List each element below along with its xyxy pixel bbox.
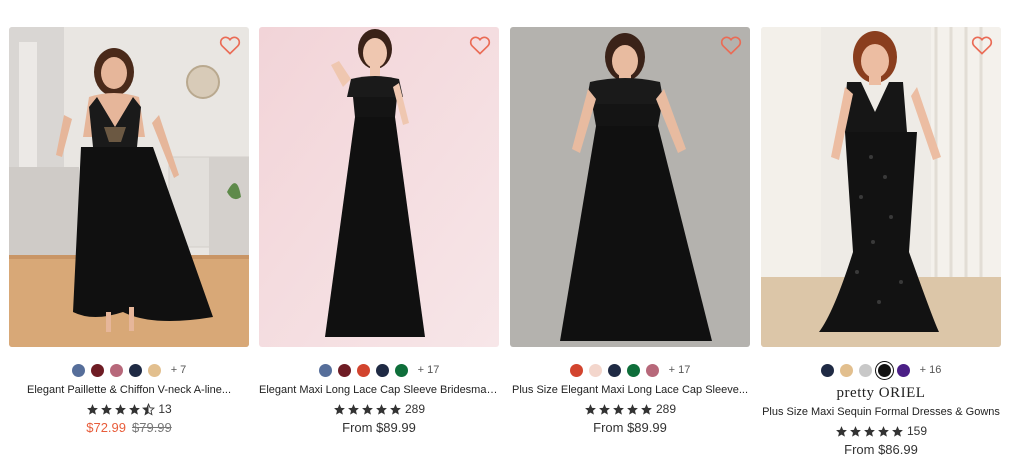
color-swatch[interactable]: [147, 363, 161, 377]
color-swatch[interactable]: [858, 363, 872, 377]
color-swatch[interactable]: [645, 363, 659, 377]
color-swatches: + 7: [9, 363, 249, 377]
product-title[interactable]: Plus Size Maxi Sequin Formal Dresses & G…: [761, 406, 1001, 418]
product-rating: 289: [259, 402, 499, 416]
star-icon: [836, 425, 847, 437]
more-colors-count[interactable]: + 17: [669, 364, 691, 376]
color-swatch[interactable]: [569, 363, 583, 377]
product-rating: 13: [9, 402, 249, 416]
star-icon: [627, 403, 638, 415]
color-swatches: + 17: [259, 363, 499, 377]
review-count[interactable]: 289: [656, 402, 676, 416]
star-icon: [334, 403, 345, 415]
star-rating: [333, 403, 402, 416]
color-swatch[interactable]: [71, 363, 85, 377]
star-rating: [584, 403, 653, 416]
star-icon: [641, 403, 652, 415]
color-swatch[interactable]: [128, 363, 142, 377]
color-swatch[interactable]: [356, 363, 370, 377]
product-image[interactable]: [761, 27, 1001, 347]
color-swatches: + 17: [510, 363, 750, 377]
star-icon: [599, 403, 610, 415]
review-count[interactable]: 13: [158, 402, 171, 416]
color-swatch[interactable]: [337, 363, 351, 377]
original-price: $79.99: [132, 420, 172, 435]
star-icon: [613, 403, 624, 415]
color-swatch[interactable]: [109, 363, 123, 377]
more-colors-count[interactable]: + 16: [920, 364, 942, 376]
product-rating: 159: [761, 424, 1001, 438]
color-swatch[interactable]: [318, 363, 332, 377]
color-swatch[interactable]: [839, 363, 853, 377]
color-swatches: + 16: [761, 363, 1001, 377]
product-image[interactable]: [9, 27, 249, 347]
product-image[interactable]: [259, 27, 499, 347]
color-swatch[interactable]: [588, 363, 602, 377]
star-icon: [87, 403, 99, 415]
more-colors-count[interactable]: + 7: [171, 364, 187, 376]
star-rating: [86, 402, 156, 416]
product-title[interactable]: Plus Size Elegant Maxi Long Lace Cap Sle…: [510, 384, 750, 396]
product-price: $72.99 $79.99: [9, 420, 249, 435]
color-swatch[interactable]: [896, 363, 910, 377]
star-icon: [115, 403, 127, 415]
product-price: From $89.99: [342, 420, 416, 435]
star-icon: [348, 403, 359, 415]
more-colors-count[interactable]: + 17: [418, 364, 440, 376]
sale-price: $72.99: [86, 420, 126, 435]
star-icon: [850, 425, 861, 437]
star-icon: [878, 425, 889, 437]
product-image[interactable]: [510, 27, 750, 347]
brand-name: pretty ORIEL: [836, 385, 926, 401]
review-count[interactable]: 289: [405, 402, 425, 416]
heart-outline-icon[interactable]: [971, 35, 993, 55]
product-rating: 289: [510, 402, 750, 416]
product-title[interactable]: Elegant Paillette & Chiffon V-neck A-lin…: [9, 384, 249, 396]
star-icon: [585, 403, 596, 415]
product-price: From $89.99: [593, 420, 667, 435]
star-half-icon: [142, 402, 156, 416]
star-icon: [376, 403, 387, 415]
product-price: From $86.99: [844, 442, 918, 457]
star-rating: [835, 425, 904, 438]
color-swatch[interactable]: [820, 363, 834, 377]
heart-outline-icon[interactable]: [219, 35, 241, 55]
color-swatch-selected[interactable]: [877, 363, 891, 377]
star-icon: [390, 403, 401, 415]
color-swatch[interactable]: [394, 363, 408, 377]
color-swatch[interactable]: [90, 363, 104, 377]
heart-outline-icon[interactable]: [720, 35, 742, 55]
star-icon: [129, 403, 141, 415]
star-icon: [864, 425, 875, 437]
color-swatch[interactable]: [375, 363, 389, 377]
star-icon: [101, 403, 113, 415]
color-swatch[interactable]: [607, 363, 621, 377]
review-count[interactable]: 159: [907, 424, 927, 438]
star-icon: [892, 425, 903, 437]
product-title[interactable]: Elegant Maxi Long Lace Cap Sleeve Brides…: [259, 384, 499, 396]
star-icon: [362, 403, 373, 415]
color-swatch[interactable]: [626, 363, 640, 377]
product-grid: + 7 Elegant Paillette & Chiffon V-neck A…: [0, 0, 1024, 474]
heart-outline-icon[interactable]: [469, 35, 491, 55]
